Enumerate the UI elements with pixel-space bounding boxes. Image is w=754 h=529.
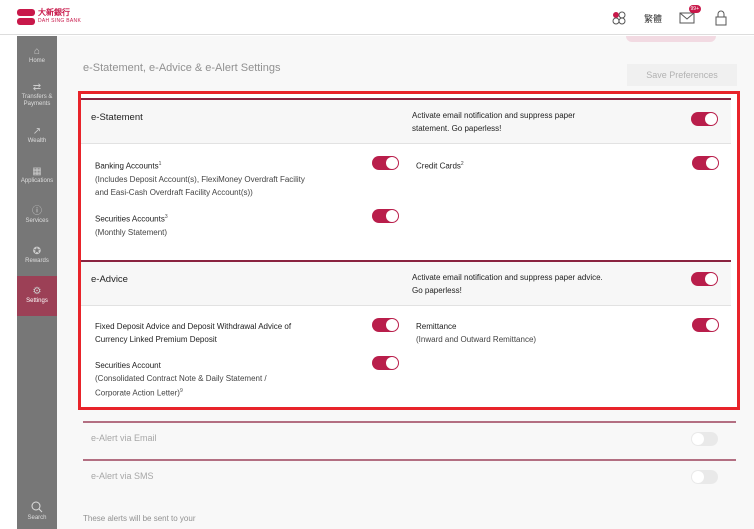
transfer-icon: ⇄ [32,82,42,93]
sidebar: ⌂ Home ⇄ Transfers & Payments ↗ Wealth ▦ App… [17,36,57,529]
search-icon [31,501,43,513]
estatement-title: e-Statement [91,112,143,123]
sidebar-item-applications[interactable]: ▦ Applications [17,156,57,196]
logo-en-text: DAH SING BANK [38,18,82,24]
sidebar-item-services[interactable]: ⓘ Services [17,196,57,236]
eadvice-header: e-Advice Activate email notification and… [81,260,731,306]
logo-mark-icon [17,9,35,25]
eadvice-note: Activate email notification and suppress… [412,273,603,295]
fixed-deposit-toggle[interactable] [372,318,399,332]
chart-icon: ↗ [32,125,42,137]
remittance-toggle[interactable] [692,318,719,332]
securities-accounts-desc: (Monthly Statement) [95,227,168,237]
logo-cn-text: 大新銀行 [38,8,70,17]
securities-account-item: Securities Account (Consolidated Contrac… [95,361,267,398]
banking-accounts-desc: (Includes Deposit Account(s), FlexiMoney… [95,174,305,197]
sidebar-item-wealth[interactable]: ↗ Wealth [17,116,57,156]
banking-accounts-item: Banking Accounts1 (Includes Deposit Acco… [95,161,305,197]
top-bar: 大新銀行 DAH SING BANK 繁體 99+ [0,0,754,35]
fixed-deposit-label: Fixed Deposit Advice and Deposit Withdra… [95,322,292,344]
bank-logo[interactable]: 大新銀行 DAH SING BANK [17,9,81,25]
gear-icon: ⚙ [32,285,42,297]
securities-account-desc: (Consolidated Contract Note & Daily Stat… [95,374,267,398]
info-icon: ⓘ [32,205,42,217]
fixed-deposit-item: Fixed Deposit Advice and Deposit Withdra… [95,320,305,346]
remittance-desc: (Inward and Outward Remittance) [416,335,537,344]
securities-accounts-item: Securities Accounts3 (Monthly Statement) [95,214,168,237]
mail-icon[interactable]: 99+ [678,5,701,27]
sidebar-item-settings[interactable]: ⚙ Settings [17,276,57,316]
eadvice-title: e-Advice [91,274,128,285]
estatement-master-toggle[interactable] [691,112,718,126]
sidebar-item-search[interactable]: Search [17,501,57,521]
logout-lock-icon[interactable] [712,9,730,27]
language-toggle[interactable]: 繁體 [644,9,662,27]
eadvice-master-toggle[interactable] [691,272,718,286]
sidebar-item-home[interactable]: ⌂ Home [17,36,57,76]
securities-accounts-toggle[interactable] [372,209,399,223]
estatement-note: Activate email notification and suppress… [412,111,576,133]
highlighted-settings-panel: e-Statement Activate email notification … [78,91,740,410]
credit-cards-toggle[interactable] [692,156,719,170]
remittance-label: Remittance [416,322,457,331]
rewards-icon: ✪ [32,245,42,257]
sidebar-item-transfers[interactable]: ⇄ Transfers & Payments [17,76,57,116]
securities-account-label: Securities Account [95,361,161,370]
securities-account-toggle[interactable] [372,356,399,370]
credit-cards-label: Credit Cards [416,161,461,171]
home-icon: ⌂ [33,45,41,57]
securities-accounts-label: Securities Accounts [95,214,165,224]
sidebar-item-rewards[interactable]: ✪ Rewards [17,236,57,276]
banking-accounts-toggle[interactable] [372,156,399,170]
mail-badge: 99+ [688,5,701,13]
profile-switch-icon[interactable] [610,9,628,27]
credit-cards-item: Credit Cards2 [416,161,464,171]
apps-icon: ▦ [32,165,42,177]
banking-accounts-label: Banking Accounts [95,161,159,171]
estatement-header: e-Statement Activate email notification … [81,98,731,144]
remittance-item: Remittance (Inward and Outward Remittanc… [416,320,536,346]
